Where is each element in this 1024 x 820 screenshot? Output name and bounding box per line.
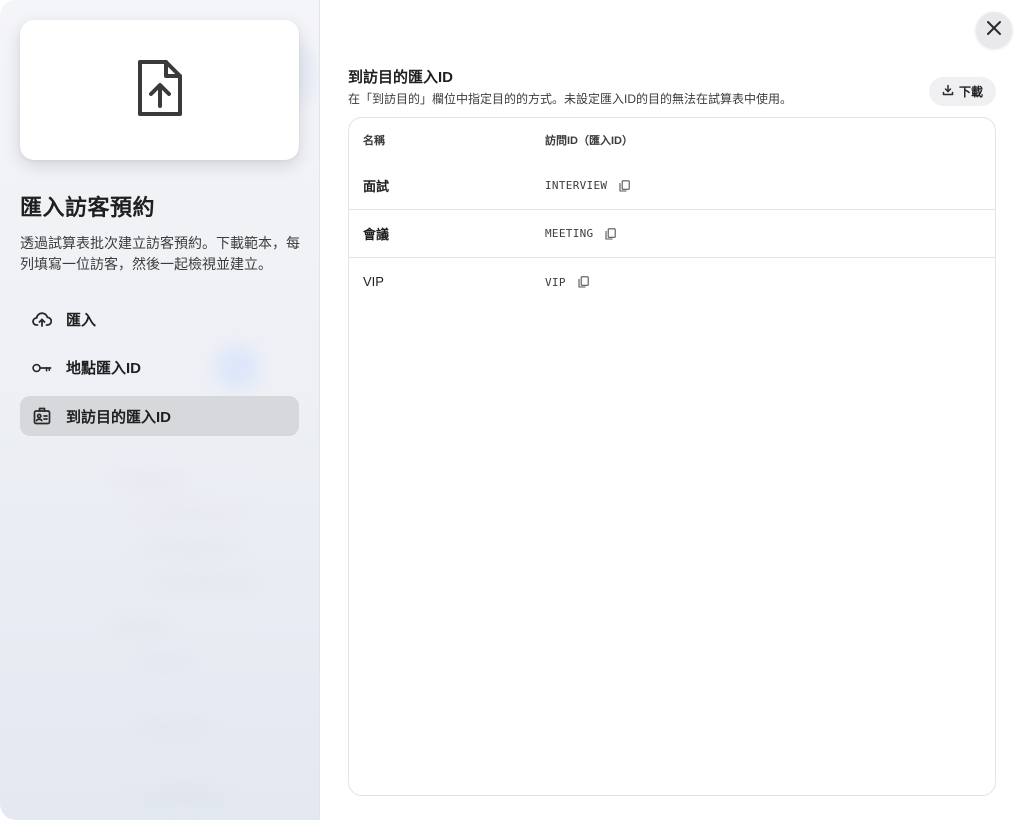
copy-icon[interactable]	[578, 276, 589, 288]
sidebar-item-purpose-ids[interactable]: 到訪目的匯入ID	[20, 396, 299, 436]
header-id: 訪問ID（匯入ID）	[545, 135, 633, 147]
section-description: 在「到訪目的」欄位中指定目的的方式。未設定匯入ID的目的無法在試算表中使用。	[348, 92, 793, 106]
copy-icon[interactable]	[619, 179, 631, 192]
purpose-id-table: 名稱 訪問ID（匯入ID） 面試 INTERVIEW 會議 MEETING VI…	[348, 117, 996, 796]
copy-icon[interactable]	[605, 227, 617, 240]
table-row: VIP VIP	[349, 258, 995, 306]
cloud-upload-icon	[32, 309, 52, 329]
sidebar-nav: 匯入 地點匯入ID 到訪目的匯入ID	[20, 299, 299, 445]
download-label: 下載	[958, 85, 983, 99]
sidebar-item-location-ids[interactable]: 地點匯入ID	[20, 348, 299, 388]
close-button[interactable]	[976, 12, 1012, 48]
row-id: VIP	[545, 275, 566, 289]
row-name: 會議	[363, 226, 390, 242]
table-row: 面試 INTERVIEW	[349, 162, 995, 210]
table-row: 會議 MEETING	[349, 210, 995, 258]
id-card-icon	[32, 406, 52, 426]
download-button[interactable]: 下載	[929, 77, 996, 106]
download-icon	[942, 84, 954, 99]
row-id: MEETING	[545, 227, 594, 240]
hero-card	[20, 20, 299, 160]
row-name: 面試	[363, 178, 390, 194]
table-header: 名稱 訪問ID（匯入ID）	[349, 118, 995, 162]
close-icon	[986, 20, 1002, 41]
sidebar-item-label: 到訪目的匯入ID	[66, 408, 172, 426]
file-upload-icon	[136, 58, 184, 123]
main-panel: 到訪目的匯入ID 在「到訪目的」欄位中指定目的的方式。未設定匯入ID的目的無法在…	[320, 0, 1024, 820]
import-modal: 匯入訪客預約 透過試算表批次建立訪客預約。下載範本，每列填寫一位訪客，然後一起檢…	[0, 0, 1024, 820]
section-title: 到訪目的匯入ID	[348, 69, 454, 86]
sidebar-item-label: 地點匯入ID	[66, 360, 142, 377]
sidebar-item-label: 匯入	[66, 311, 97, 329]
header-name: 名稱	[363, 135, 385, 147]
sidebar-description: 透過試算表批次建立訪客預約。下載範本，每列填寫一位訪客，然後一起檢視並建立。	[20, 235, 300, 272]
key-icon	[32, 358, 52, 378]
row-id: INTERVIEW	[545, 179, 608, 192]
sidebar-item-import[interactable]: 匯入	[20, 299, 299, 339]
sidebar: 匯入訪客預約 透過試算表批次建立訪客預約。下載範本，每列填寫一位訪客，然後一起檢…	[0, 0, 320, 820]
sidebar-title: 匯入訪客預約	[20, 195, 156, 220]
row-name: VIP	[363, 274, 384, 289]
